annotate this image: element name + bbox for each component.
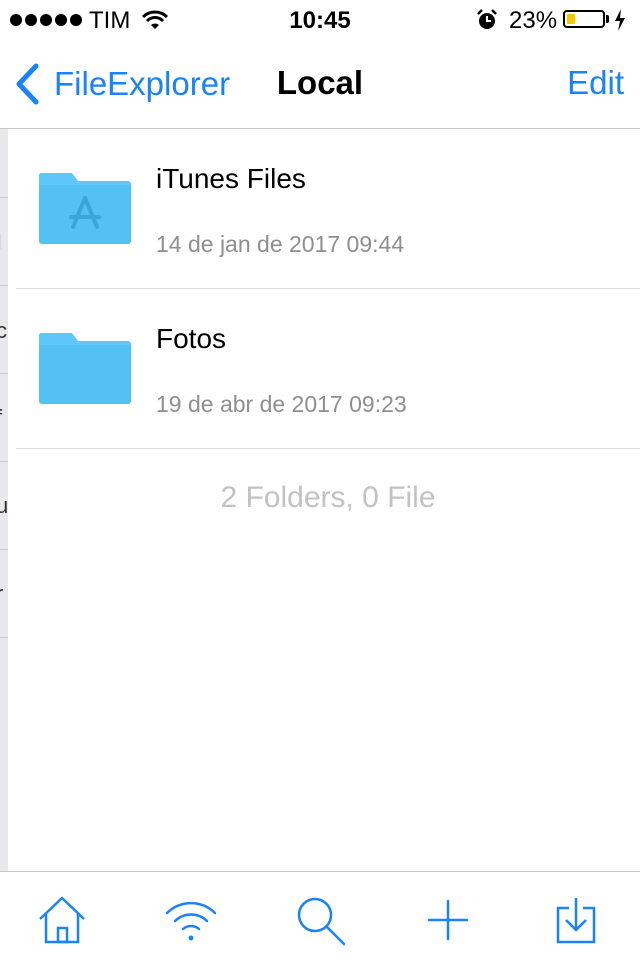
file-list: iTunes Files 14 de jan de 2017 09:44 Fot… [16, 129, 640, 514]
edit-button[interactable]: Edit [567, 64, 624, 102]
underlying-sidebar-edge: I c f u r [0, 129, 8, 871]
file-date: 14 de jan de 2017 09:44 [156, 231, 405, 257]
alarm-icon [476, 9, 498, 38]
list-item[interactable]: Fotos 19 de abr de 2017 09:23 [16, 289, 640, 449]
add-button[interactable] [418, 892, 478, 948]
home-icon [39, 896, 85, 944]
charging-bolt-icon [614, 9, 626, 38]
home-button[interactable] [32, 892, 92, 948]
file-name: iTunes Files [156, 163, 306, 194]
navigation-bar: FileExplorer Local Edit [0, 40, 640, 129]
status-bar: TIM 10:45 23% [0, 0, 640, 40]
battery-level [567, 14, 575, 24]
wifi-icon [165, 901, 217, 941]
bottom-toolbar [0, 871, 640, 961]
file-date: 19 de abr de 2017 09:23 [156, 391, 407, 417]
folder-icon [38, 333, 131, 404]
page-title: Local [276, 64, 364, 101]
battery-icon [563, 10, 605, 28]
wifi-transfer-button[interactable] [161, 892, 221, 948]
file-name: Fotos [156, 323, 227, 354]
plus-icon [427, 899, 469, 941]
download-icon [556, 898, 596, 944]
search-icon [297, 897, 346, 946]
item-count-summary: 2 Folders, 0 File [220, 481, 436, 514]
list-item[interactable]: iTunes Files 14 de jan de 2017 09:44 [16, 129, 640, 289]
battery-percent: 23% [509, 7, 558, 34]
battery-cap [606, 15, 609, 23]
app-store-folder-icon [38, 173, 131, 244]
search-button[interactable] [290, 892, 350, 948]
download-button[interactable] [546, 892, 606, 948]
